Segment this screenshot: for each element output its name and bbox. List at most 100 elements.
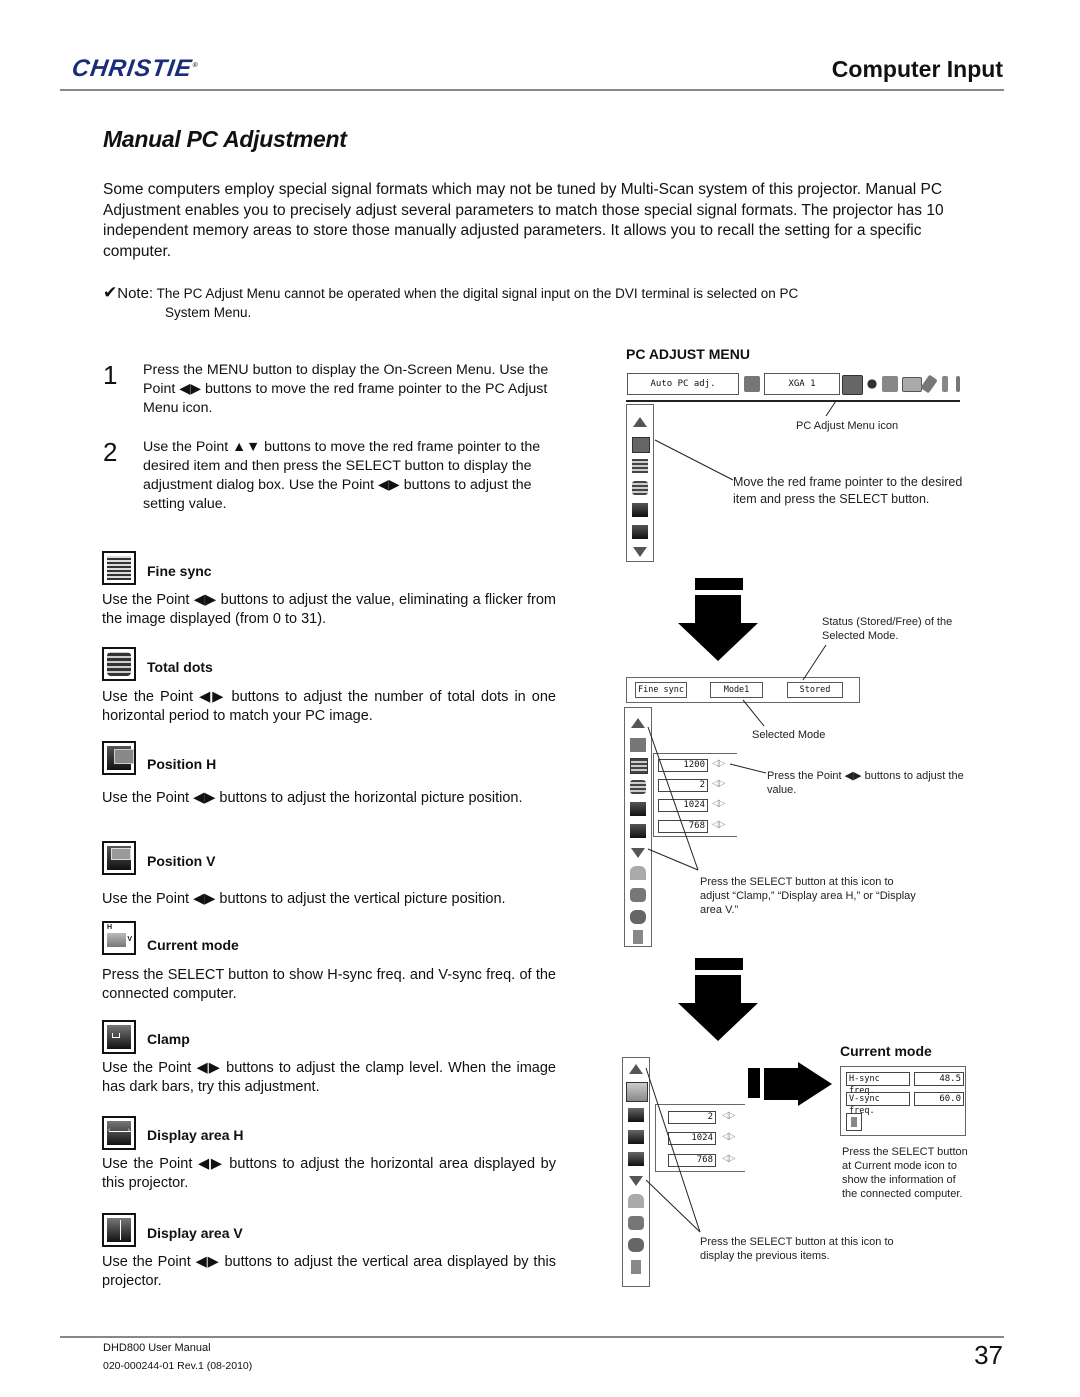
scroll-up-icon[interactable] (631, 718, 645, 728)
position-h-value[interactable]: 1024 (658, 799, 708, 812)
screen-icon[interactable] (882, 376, 898, 392)
pc-adjust-menu-heading: PC ADJUST MENU (626, 346, 750, 362)
setting-icon[interactable] (902, 377, 922, 392)
right-arrow-bar (748, 1068, 760, 1098)
exit-icon[interactable] (631, 1260, 641, 1274)
note-text-line1: The PC Adjust Menu cannot be operated wh… (156, 286, 799, 301)
position-v-menu-icon[interactable] (632, 525, 648, 539)
hsync-value: 48.5 (914, 1072, 964, 1086)
header-divider (60, 89, 1004, 91)
footer-doc-number: 020-000244-01 Rev.1 (08-2010) (103, 1360, 253, 1372)
store-icon[interactable] (628, 1216, 644, 1230)
fine-sync-label: Fine sync (635, 682, 687, 698)
fine-sync-menu-icon[interactable] (630, 758, 648, 774)
left-right-arrows-icon[interactable]: ◁▷ (712, 758, 725, 769)
vsync-value: 60.0 (914, 1092, 964, 1106)
clamp-value[interactable]: 2 (668, 1111, 716, 1124)
auto-pc-icon (744, 376, 760, 392)
tool-icon[interactable] (920, 374, 938, 394)
network-icon[interactable] (956, 376, 960, 392)
leader-status (802, 644, 827, 681)
display-area-v-menu-icon[interactable] (628, 1152, 644, 1166)
footer-manual-name: DHD800 User Manual (103, 1342, 211, 1354)
mode-free-icon[interactable] (628, 1238, 644, 1252)
note: ✔Note: The PC Adjust Menu cannot be oper… (103, 283, 963, 322)
left-right-arrows-icon[interactable]: ◁▷ (712, 798, 725, 809)
position-h-menu-icon[interactable] (630, 802, 646, 816)
scroll-down-icon[interactable] (631, 848, 645, 858)
caption-selected-mode: Selected Mode (752, 729, 826, 741)
footer-divider (60, 1336, 1004, 1338)
feature-title-position-h: Position H (147, 756, 217, 772)
step-text-2: Use the Point ▲▼ buttons to move the red… (143, 439, 541, 512)
step-number-1: 1 (103, 360, 118, 390)
selected-mode-field[interactable]: Mode1 (710, 682, 763, 698)
leader-menu-icon (825, 400, 837, 417)
left-right-arrows-icon[interactable]: ◁▷ (722, 1153, 735, 1164)
intro-paragraph: Some computers employ special signal for… (103, 181, 944, 260)
left-right-arrows-icon[interactable]: ◁▷ (712, 819, 725, 830)
down-arrow-icon (678, 595, 758, 661)
left-right-arrows-icon[interactable]: ◁▷ (712, 778, 725, 789)
display-area-v-value[interactable]: 768 (668, 1154, 716, 1167)
step-text-1: Press the MENU button to display the On-… (143, 362, 549, 416)
scroll-up-icon[interactable] (633, 417, 647, 427)
total-dots-menu-icon[interactable] (632, 481, 648, 495)
feature-desc-fine-sync: Use the Point ◀▶ buttons to adjust the v… (102, 592, 556, 627)
position-v-value[interactable]: 768 (658, 820, 708, 833)
exit-icon (851, 1117, 857, 1127)
pc-adjust-item-icon[interactable] (632, 437, 650, 453)
caption-select-prev: Press the SELECT button at this icon to … (700, 1236, 894, 1262)
mode-free-icon[interactable] (630, 910, 646, 924)
leader-scroll-down-2 (645, 1179, 701, 1233)
pc-adjust-vertical-menu (626, 404, 654, 562)
scroll-down-icon[interactable] (629, 1176, 643, 1186)
feature-title-clamp: Clamp (147, 1031, 190, 1047)
total-dots-menu-icon[interactable] (630, 780, 646, 794)
exit-icon[interactable] (633, 930, 643, 944)
current-mode-menu-icon[interactable] (626, 1082, 648, 1102)
current-mode-vertical-menu (622, 1057, 650, 1287)
clamp-menu-icon[interactable] (628, 1108, 644, 1122)
feature-title-current-mode: Current mode (147, 937, 239, 953)
value-panel-2: 2 ◁▷ 1024 ◁▷ 768 ◁▷ (655, 1104, 745, 1172)
scroll-down-icon[interactable] (633, 547, 647, 557)
store-icon[interactable] (630, 888, 646, 902)
reset-icon[interactable] (630, 866, 646, 880)
left-right-arrows-icon[interactable]: ◁▷ (722, 1131, 735, 1142)
feature-desc-total-dots: Use the Point ◀▶ buttons to adjust the n… (102, 689, 556, 724)
pc-adjust-menu-icon[interactable] (842, 375, 863, 395)
exit-button[interactable] (846, 1113, 862, 1131)
position-v-menu-icon[interactable] (630, 824, 646, 838)
caption-select-more: Press the SELECT button at this icon to … (700, 876, 916, 916)
image-adjust-icon[interactable] (864, 376, 880, 392)
position-h-menu-icon[interactable] (632, 503, 648, 517)
current-mode-icon: H V (102, 921, 136, 955)
display-area-h-menu-icon[interactable] (628, 1130, 644, 1144)
position-h-icon (102, 741, 136, 775)
pc-adjust-item-icon[interactable] (630, 738, 646, 752)
feature-title-display-area-h: Display area H (147, 1127, 244, 1143)
note-text-line2: System Menu. (165, 305, 252, 320)
feature-desc-clamp: Use the Point ◀▶ buttons to adjust the c… (102, 1060, 556, 1095)
info-icon[interactable] (942, 376, 948, 392)
leader-move-pointer (654, 439, 734, 481)
checkmark-icon: ✔ (103, 283, 118, 302)
auto-pc-adj-button[interactable]: Auto PC adj. (627, 373, 739, 395)
page-number: 37 (974, 1340, 1003, 1370)
caption-point-adjust: Press the Point ◀▶ buttons to adjust the… (767, 770, 964, 796)
reset-icon[interactable] (628, 1194, 644, 1208)
fine-sync-value[interactable]: 1200 (658, 759, 708, 772)
fine-sync-menu-icon[interactable] (632, 459, 648, 473)
section-title: Computer Input (831, 56, 1003, 82)
feature-desc-position-v: Use the Point ◀▶ buttons to adjust the v… (102, 891, 506, 907)
left-right-arrows-icon[interactable]: ◁▷ (722, 1110, 735, 1121)
leader-scroll-down (647, 848, 699, 871)
feature-desc-position-h: Use the Point ◀▶ buttons to adjust the h… (102, 790, 523, 806)
total-dots-value[interactable]: 2 (658, 779, 708, 792)
page-title: Manual PC Adjustment (103, 126, 347, 152)
feature-title-total-dots: Total dots (147, 659, 213, 675)
scroll-up-icon[interactable] (629, 1064, 643, 1074)
caption-status: Status (Stored/Free) of the Selected Mod… (822, 616, 953, 642)
display-area-h-value[interactable]: 1024 (668, 1132, 716, 1145)
